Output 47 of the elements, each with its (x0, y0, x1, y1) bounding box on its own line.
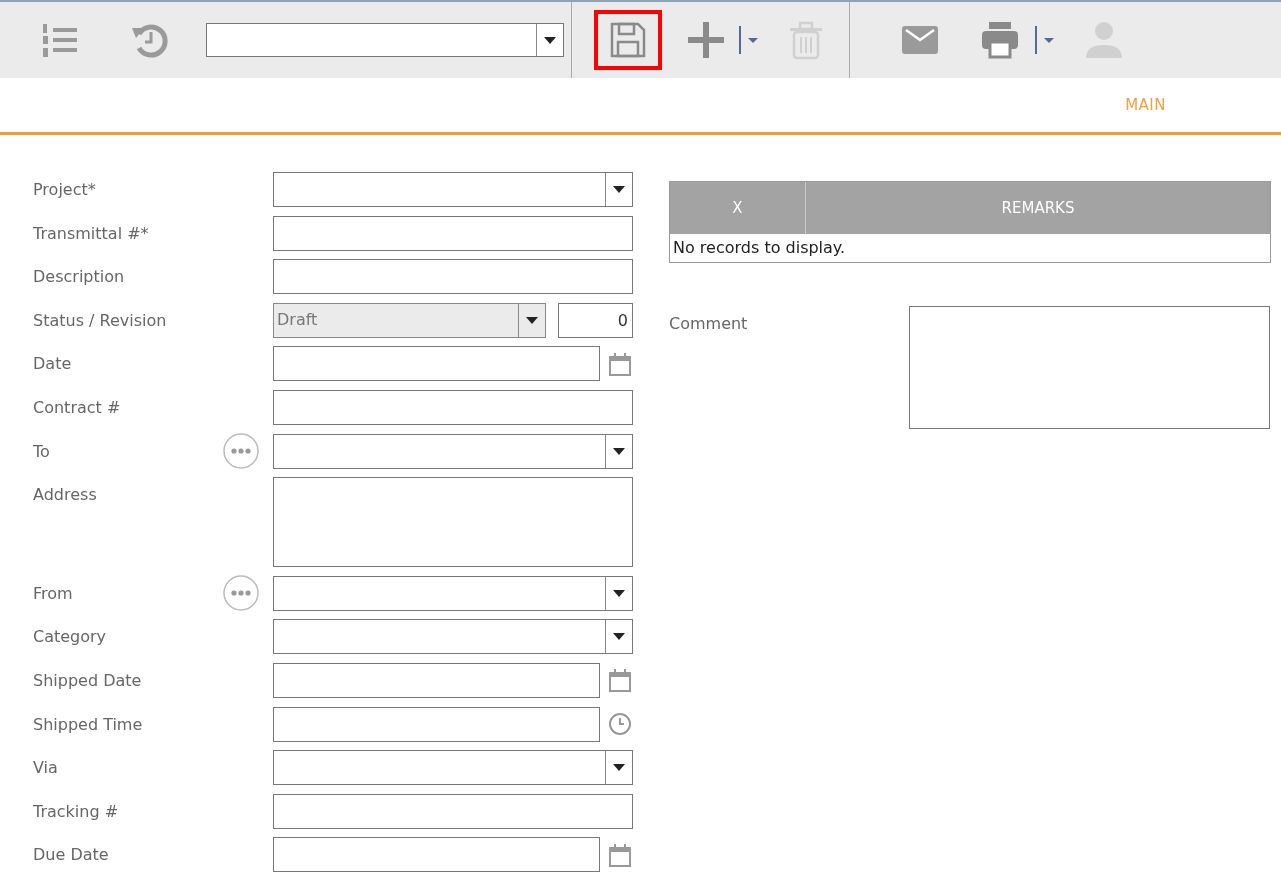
tab[interactable]: MAIN (1125, 96, 1166, 114)
empty-message: No records to display. (672, 237, 847, 259)
field-label: Project* (33, 180, 97, 199)
field-label: Comment (669, 313, 749, 335)
plus-icon (686, 20, 726, 60)
input-field[interactable] (273, 346, 600, 382)
field-label: From (33, 583, 74, 603)
field-label: Status / Revision (33, 310, 168, 330)
dropdown-field[interactable] (273, 619, 633, 655)
field-label: Shipped Time (33, 714, 144, 734)
more-button[interactable] (223, 575, 259, 612)
column-header[interactable]: X (670, 182, 806, 234)
field-label: Date (33, 354, 73, 374)
field-label: Tracking # (33, 801, 120, 821)
printer-icon (980, 20, 1020, 60)
field-label: Description (33, 267, 126, 287)
input-field[interactable] (273, 259, 633, 295)
dropdown-field[interactable] (273, 575, 633, 611)
calendar-icon[interactable] (608, 668, 632, 693)
save-button[interactable] (594, 10, 662, 70)
field-label: Address (33, 484, 98, 505)
input-field[interactable] (273, 662, 600, 698)
input-field[interactable] (273, 793, 633, 829)
input-field[interactable] (273, 215, 633, 251)
input-field[interactable] (273, 389, 633, 425)
text-area[interactable] (273, 477, 633, 568)
field-label: Category (33, 627, 108, 647)
field-label: Due Date (33, 845, 110, 865)
save-icon (608, 20, 648, 60)
field-label: Via (33, 758, 59, 778)
input-field[interactable] (273, 706, 600, 742)
record-dropdown[interactable] (206, 23, 564, 57)
text-area[interactable] (909, 306, 1270, 429)
input-field[interactable] (273, 837, 600, 873)
field-label: To (33, 441, 51, 461)
column-header[interactable]: REMARKS (806, 182, 1270, 234)
dropdown-field[interactable] (273, 433, 633, 469)
more-button[interactable] (223, 433, 259, 470)
user-icon (1084, 20, 1124, 60)
calendar-icon[interactable] (608, 351, 632, 376)
dropdown-field[interactable] (273, 750, 633, 786)
field-label: Contract # (33, 397, 122, 417)
calendar-icon[interactable] (608, 842, 632, 867)
dropdown-field[interactable] (273, 172, 633, 207)
field-label: Shipped Date (33, 670, 143, 690)
clock-icon[interactable] (608, 712, 632, 737)
field-label: Transmittal #* (33, 223, 150, 243)
